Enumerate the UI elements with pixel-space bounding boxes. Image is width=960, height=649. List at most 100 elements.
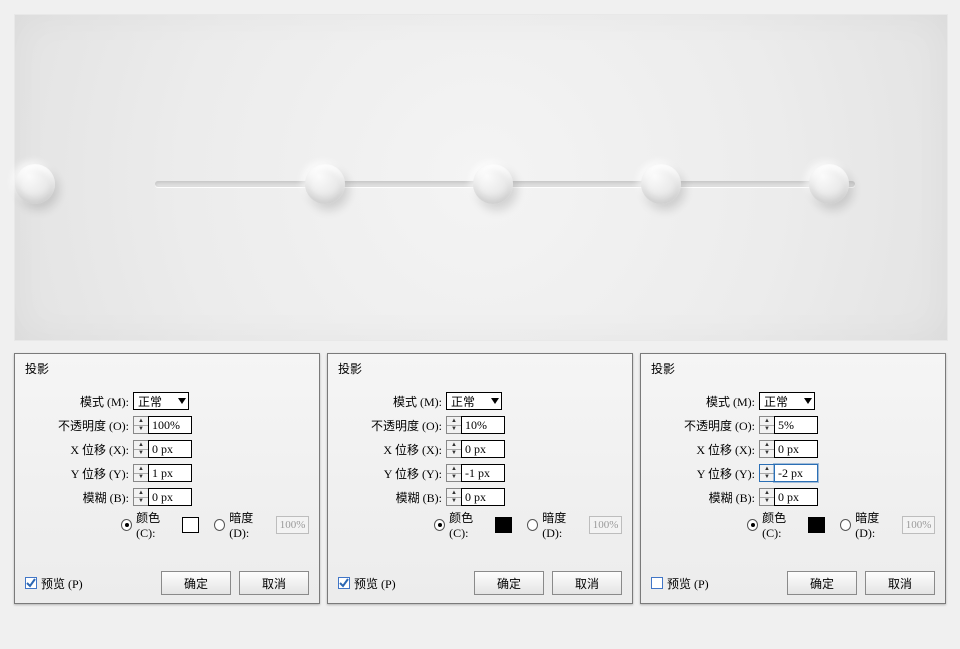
ok-button[interactable]: 确定 (787, 571, 857, 595)
x-offset-stepper-input[interactable] (148, 440, 192, 458)
stepper-buttons[interactable]: ▲ ▼ (446, 416, 461, 434)
step-down-icon[interactable]: ▼ (447, 498, 461, 506)
blur-stepper-input[interactable] (774, 488, 818, 506)
blur-stepper[interactable]: ▲ ▼ (446, 488, 505, 506)
ok-button[interactable]: 确定 (161, 571, 231, 595)
step-up-icon[interactable]: ▲ (760, 441, 774, 450)
step-down-icon[interactable]: ▼ (447, 426, 461, 434)
step-up-icon[interactable]: ▲ (760, 417, 774, 426)
stepper-buttons[interactable]: ▲ ▼ (446, 464, 461, 482)
step-up-icon[interactable]: ▲ (760, 465, 774, 474)
stepper-buttons[interactable]: ▲ ▼ (133, 440, 148, 458)
y-offset-stepper-input[interactable] (461, 464, 505, 482)
step-up-icon[interactable]: ▲ (134, 417, 148, 426)
panel-title: 投影 (651, 360, 935, 383)
color-radio[interactable] (747, 519, 758, 531)
blur-stepper[interactable]: ▲ ▼ (133, 488, 192, 506)
stepper-buttons[interactable]: ▲ ▼ (759, 488, 774, 506)
step-up-icon[interactable]: ▲ (134, 489, 148, 498)
x-offset-stepper[interactable]: ▲ ▼ (759, 440, 818, 458)
step-up-icon[interactable]: ▲ (760, 489, 774, 498)
stepper-buttons[interactable]: ▲ ▼ (446, 488, 461, 506)
checkbox-icon[interactable] (338, 577, 350, 589)
stepper-buttons[interactable]: ▲ ▼ (133, 464, 148, 482)
x-offset-stepper-input[interactable] (774, 440, 818, 458)
x-offset-stepper-input[interactable] (461, 440, 505, 458)
step-down-icon[interactable]: ▼ (134, 450, 148, 458)
step-down-icon[interactable]: ▼ (134, 474, 148, 482)
stepper-buttons[interactable]: ▲ ▼ (446, 440, 461, 458)
y-offset-stepper[interactable]: ▲ ▼ (446, 464, 505, 482)
preview-checkbox[interactable]: 预览 (P) (25, 575, 83, 592)
y-offset-stepper-input[interactable] (774, 464, 818, 482)
color-radio[interactable] (434, 519, 445, 531)
step-down-icon[interactable]: ▼ (760, 474, 774, 482)
opacity-label: 不透明度 (O): (651, 417, 759, 434)
step-up-icon[interactable]: ▲ (447, 489, 461, 498)
y-offset-stepper-input[interactable] (148, 464, 192, 482)
opacity-label: 不透明度 (O): (25, 417, 133, 434)
blur-label: 模糊 (B): (651, 489, 759, 506)
step-up-icon[interactable]: ▲ (447, 417, 461, 426)
cancel-button[interactable]: 取消 (552, 571, 622, 595)
step-down-icon[interactable]: ▼ (760, 426, 774, 434)
x-offset-stepper[interactable]: ▲ ▼ (446, 440, 505, 458)
color-swatch[interactable] (808, 517, 825, 533)
panel-title: 投影 (338, 360, 622, 383)
opacity-stepper[interactable]: ▲ ▼ (446, 416, 505, 434)
step-down-icon[interactable]: ▼ (134, 498, 148, 506)
darkness-radio[interactable] (214, 519, 225, 531)
step-up-icon[interactable]: ▲ (134, 441, 148, 450)
stepper-buttons[interactable]: ▲ ▼ (759, 416, 774, 434)
blur-stepper-input[interactable] (461, 488, 505, 506)
darkness-radio[interactable] (527, 519, 538, 531)
darkness-radio[interactable] (840, 519, 851, 531)
mode-select[interactable]: 正常 (133, 392, 189, 410)
cancel-button[interactable]: 取消 (239, 571, 309, 595)
opacity-stepper-input[interactable] (774, 416, 818, 434)
step-up-icon[interactable]: ▲ (447, 441, 461, 450)
step-down-icon[interactable]: ▼ (760, 498, 774, 506)
preview-checkbox-label: 预览 (P) (354, 575, 396, 592)
step-down-icon[interactable]: ▼ (760, 450, 774, 458)
shadow-panel: 投影 模式 (M): 正常 不透明度 (O): ▲ ▼ X 位移 (X): (640, 353, 946, 604)
y-offset-stepper[interactable]: ▲ ▼ (133, 464, 192, 482)
stepper-buttons[interactable]: ▲ ▼ (133, 488, 148, 506)
chevron-down-icon (178, 398, 186, 404)
color-label: 颜色 (C): (449, 509, 491, 541)
blur-stepper-input[interactable] (148, 488, 192, 506)
opacity-stepper[interactable]: ▲ ▼ (133, 416, 192, 434)
mode-value: 正常 (764, 393, 788, 410)
opacity-stepper-input[interactable] (461, 416, 505, 434)
y-offset-stepper[interactable]: ▲ ▼ (759, 464, 818, 482)
opacity-stepper-input[interactable] (148, 416, 192, 434)
x-offset-stepper[interactable]: ▲ ▼ (133, 440, 192, 458)
step-down-icon[interactable]: ▼ (134, 426, 148, 434)
color-swatch[interactable] (495, 517, 512, 533)
stepper-buttons[interactable]: ▲ ▼ (133, 416, 148, 434)
mode-value: 正常 (138, 393, 162, 410)
blur-stepper[interactable]: ▲ ▼ (759, 488, 818, 506)
mode-select[interactable]: 正常 (446, 392, 502, 410)
color-label: 颜色 (C): (136, 509, 178, 541)
yoffset-label: Y 位移 (Y): (651, 465, 759, 482)
stepper-buttons[interactable]: ▲ ▼ (759, 464, 774, 482)
checkbox-icon[interactable] (25, 577, 37, 589)
ok-button[interactable]: 确定 (474, 571, 544, 595)
step-up-icon[interactable]: ▲ (134, 465, 148, 474)
step-up-icon[interactable]: ▲ (447, 465, 461, 474)
preview-checkbox[interactable]: 预览 (P) (651, 575, 709, 592)
stepper-buttons[interactable]: ▲ ▼ (759, 440, 774, 458)
checkbox-icon[interactable] (651, 577, 663, 589)
color-radio[interactable] (121, 519, 132, 531)
step-dot (641, 164, 681, 204)
step-down-icon[interactable]: ▼ (447, 474, 461, 482)
mode-select[interactable]: 正常 (759, 392, 815, 410)
preview-checkbox[interactable]: 预览 (P) (338, 575, 396, 592)
step-dot (15, 164, 55, 204)
yoffset-label: Y 位移 (Y): (25, 465, 133, 482)
cancel-button[interactable]: 取消 (865, 571, 935, 595)
color-swatch[interactable] (182, 517, 199, 533)
opacity-stepper[interactable]: ▲ ▼ (759, 416, 818, 434)
step-down-icon[interactable]: ▼ (447, 450, 461, 458)
